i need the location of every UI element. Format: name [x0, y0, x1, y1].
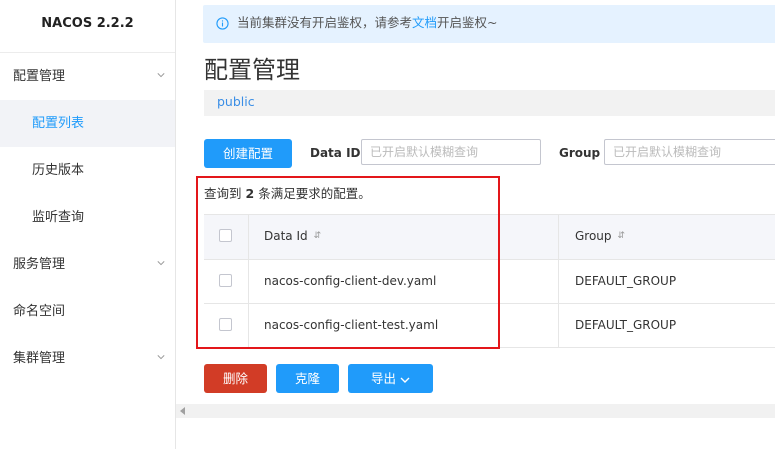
group-label: Group: [559, 146, 601, 160]
row-checkbox-cell: [204, 304, 249, 347]
result-summary: 查询到 2 条满足要求的配置。: [204, 183, 371, 202]
chevron-down-icon: [157, 261, 165, 266]
namespace-tab-public[interactable]: public: [217, 94, 255, 109]
delete-button[interactable]: 删除: [204, 364, 267, 393]
data-id-input[interactable]: [361, 139, 541, 165]
cell-data-id: nacos-config-client-dev.yaml: [249, 260, 559, 303]
column-header-group[interactable]: Group ⇵: [560, 215, 775, 259]
chevron-down-icon: [157, 355, 165, 360]
cell-group: DEFAULT_GROUP: [575, 274, 677, 288]
scroll-left-arrow-icon[interactable]: [180, 407, 185, 415]
info-icon: [216, 17, 229, 30]
row-checkbox[interactable]: [219, 274, 232, 287]
export-button[interactable]: 导出: [348, 364, 433, 393]
row-checkbox-cell: [204, 260, 249, 303]
clone-button[interactable]: 克隆: [276, 364, 339, 393]
notice-text-after: 开启鉴权~: [437, 15, 498, 30]
namespace-bar: public: [204, 90, 775, 116]
table-row: nacos-config-client-test.yaml DEFAULT_GR…: [204, 304, 775, 348]
app-logo: NACOS 2.2.2: [0, 0, 175, 53]
table-header-row: Data Id ⇵ Group ⇵: [204, 215, 775, 260]
chevron-down-icon: [157, 73, 165, 78]
sidebar-item-listener-query[interactable]: 监听查询: [0, 194, 175, 241]
sidebar-item-namespace[interactable]: 命名空间: [0, 288, 175, 335]
sidebar-item-label: 服务管理: [13, 257, 66, 272]
result-prefix: 查询到: [204, 186, 242, 201]
table-row: nacos-config-client-dev.yaml DEFAULT_GRO…: [204, 260, 775, 304]
sidebar-item-label: 监听查询: [32, 210, 85, 225]
sidebar-item-history[interactable]: 历史版本: [0, 147, 175, 194]
chevron-down-icon: [400, 377, 410, 383]
column-header-label: Data Id: [264, 229, 308, 243]
auth-notice: 当前集群没有开启鉴权，请参考文档开启鉴权~: [203, 5, 775, 43]
column-header-data-id[interactable]: Data Id ⇵: [249, 215, 559, 259]
result-suffix: 条满足要求的配置。: [258, 186, 371, 201]
sidebar-item-cluster-management[interactable]: 集群管理: [0, 335, 175, 382]
result-count: 2: [245, 186, 255, 201]
sidebar-item-service-management[interactable]: 服务管理: [0, 241, 175, 288]
sidebar-item-label: 命名空间: [13, 304, 66, 319]
notice-text: 当前集群没有开启鉴权，请参考文档开启鉴权~: [237, 5, 498, 41]
sidebar-item-config-list[interactable]: 配置列表: [0, 100, 175, 147]
row-checkbox[interactable]: [219, 318, 232, 331]
horizontal-scrollbar[interactable]: [176, 404, 775, 418]
sort-icon[interactable]: ⇵: [618, 215, 626, 258]
create-config-button[interactable]: 创建配置: [204, 139, 292, 168]
group-input[interactable]: [604, 139, 775, 165]
cell-group: DEFAULT_GROUP: [575, 318, 677, 332]
sidebar-item-label: 配置列表: [32, 116, 85, 131]
export-label: 导出: [370, 371, 396, 386]
select-all-checkbox[interactable]: [219, 229, 232, 242]
sidebar-item-config-management[interactable]: 配置管理: [0, 53, 175, 100]
docs-link[interactable]: 文档: [412, 15, 437, 30]
notice-text-before: 当前集群没有开启鉴权，请参考: [237, 15, 413, 30]
header-checkbox-cell: [204, 215, 249, 259]
cell-data-id: nacos-config-client-test.yaml: [249, 304, 559, 347]
data-id-label: Data ID: [310, 146, 361, 160]
sidebar: NACOS 2.2.2 配置管理 配置列表 历史版本 监听查询 服务管理 命名空…: [0, 0, 176, 449]
main-content: 当前集群没有开启鉴权，请参考文档开启鉴权~ 配置管理 public 创建配置 D…: [176, 0, 775, 449]
sidebar-item-label: 配置管理: [13, 69, 66, 84]
sidebar-item-label: 历史版本: [32, 163, 85, 178]
sort-icon[interactable]: ⇵: [314, 215, 322, 258]
config-table: Data Id ⇵ Group ⇵ nacos-config-client-dev.…: [204, 214, 775, 348]
column-header-label: Group: [575, 229, 612, 243]
sidebar-item-label: 集群管理: [13, 351, 66, 366]
page-title: 配置管理: [204, 56, 300, 84]
